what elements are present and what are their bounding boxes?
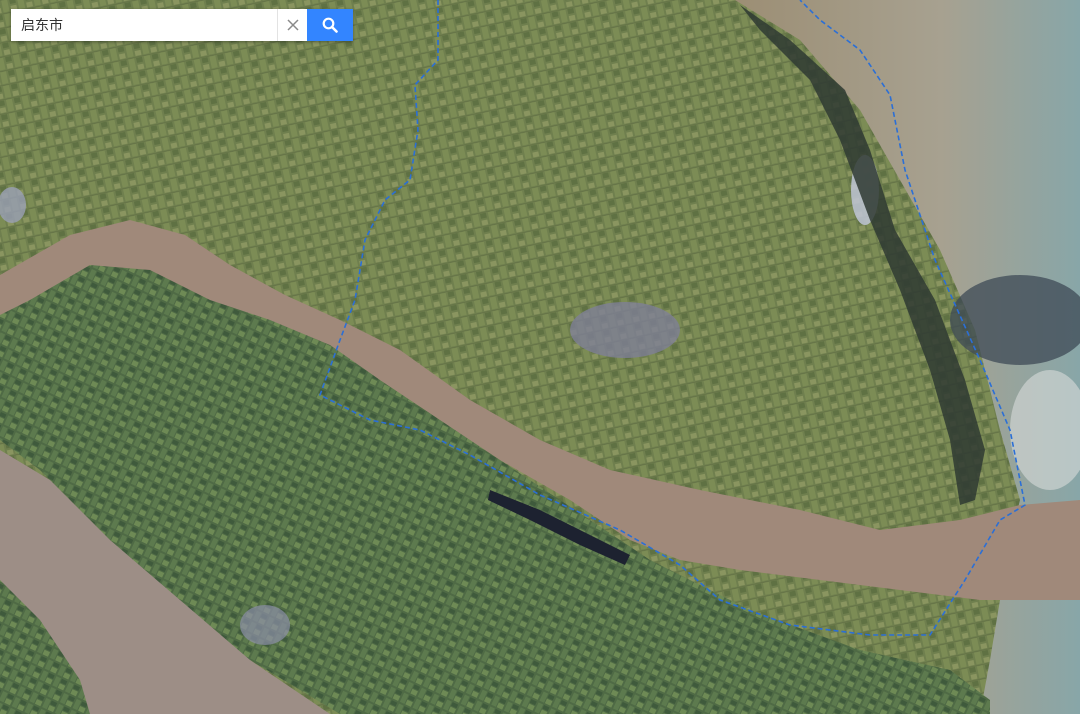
close-icon	[286, 19, 299, 31]
search-bar	[11, 9, 353, 41]
town-area	[240, 605, 290, 645]
search-icon	[322, 17, 338, 33]
town-area	[570, 302, 680, 358]
search-button[interactable]	[307, 9, 353, 41]
satellite-map[interactable]	[0, 0, 1080, 714]
clear-button[interactable]	[277, 9, 307, 41]
search-input[interactable]	[11, 9, 277, 41]
